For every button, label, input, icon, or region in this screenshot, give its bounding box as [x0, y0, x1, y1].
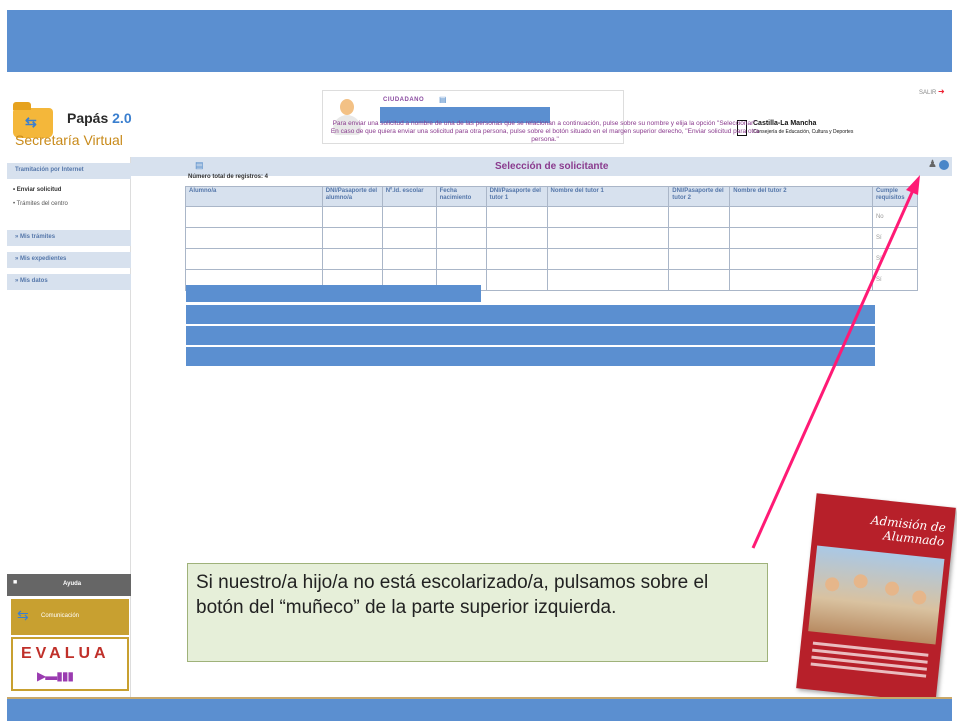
col-dni-tutor2[interactable]: DNI/Pasaporte del tutor 2: [668, 186, 731, 207]
callout-box: Si nuestro/a hijo/a no está escolarizado…: [187, 563, 768, 662]
help-icon: ■: [13, 579, 18, 586]
sidebar-item-enviar-solicitud[interactable]: • Enviar solicitud: [13, 187, 61, 193]
requisitos-cell: Sí: [871, 227, 919, 249]
sidebar-item-mis-expedientes[interactable]: » Mis expedientes: [7, 252, 131, 268]
applicants-table: Alumno/a DNI/Pasaporte del alumno/a Nº.I…: [185, 186, 919, 291]
bottom-banner: [7, 697, 952, 721]
swap-arrows-icon: ⇆: [25, 114, 37, 130]
form-icon: ▤: [195, 160, 204, 170]
pencils-icon: ▶▬▮▮▮: [37, 669, 74, 683]
table-row[interactable]: No: [185, 206, 919, 228]
exit-arrow-icon: ➜: [938, 87, 945, 96]
col-dni-tutor1[interactable]: DNI/Pasaporte del tutor 1: [485, 186, 548, 207]
redacted-row-2: [186, 305, 875, 324]
papas-logo[interactable]: ⇆ Papás 2.0 Secretaría Virtual: [13, 92, 143, 152]
sidebar-item-tramites-centro[interactable]: • Trámites del centro: [13, 201, 68, 207]
record-count: Número total de registros: 4: [188, 174, 269, 180]
evalua-banner[interactable]: EVALUA ▶▬▮▮▮: [11, 637, 129, 691]
col-nid-escolar[interactable]: Nº.Id. escolar: [381, 186, 437, 207]
communication-button[interactable]: ⇆ Comunicación: [11, 599, 129, 635]
help-circle-icon[interactable]: [939, 160, 949, 170]
org-logo: Castilla-La Mancha Consejería de Educaci…: [737, 118, 917, 142]
table-header-row: Alumno/a DNI/Pasaporte del alumno/a Nº.I…: [185, 186, 919, 207]
logo-subtitle: Secretaría Virtual: [15, 132, 123, 148]
redacted-row-4: [186, 347, 875, 366]
requisitos-cell: Sí: [871, 269, 919, 291]
id-card-icon: ▤: [439, 95, 447, 104]
col-dni-alumno[interactable]: DNI/Pasaporte del alumno/a: [321, 186, 383, 207]
sidebar-item-mis-datos[interactable]: » Mis datos: [7, 274, 131, 290]
page-title: Selección de solicitante: [495, 161, 609, 172]
sidebar-section-tramitacion[interactable]: Tramitación por Internet: [7, 163, 131, 179]
swap-arrows-icon: ⇆: [17, 607, 29, 623]
table-row[interactable]: Sí: [185, 248, 919, 270]
org-name: Castilla-La Mancha: [753, 120, 817, 127]
logo-title: Papás 2.0: [67, 110, 132, 126]
booklet-title: Admisión de Alumnado: [870, 513, 947, 549]
sidebar-item-mis-tramites[interactable]: » Mis trámites: [7, 230, 131, 246]
col-cumple-requisitos[interactable]: Cumple requisitos: [871, 186, 919, 207]
col-nombre-tutor1[interactable]: Nombre del tutor 1: [546, 186, 670, 207]
classroom-photo: [808, 545, 945, 645]
table-row[interactable]: Sí: [185, 227, 919, 249]
col-nombre-tutor2[interactable]: Nombre del tutor 2: [729, 186, 873, 207]
citizen-label: CIUDADANO: [383, 97, 425, 103]
add-person-icon[interactable]: ♟: [928, 159, 937, 170]
booklet-text-lines: [810, 641, 929, 682]
col-alumno[interactable]: Alumno/a: [185, 186, 323, 207]
redacted-row-3: [186, 326, 875, 345]
logout-button[interactable]: SALIR ➜: [919, 87, 945, 96]
help-button[interactable]: ■ Ayuda: [7, 574, 131, 596]
redacted-row-1: [186, 285, 481, 302]
top-banner: [7, 10, 952, 72]
admission-booklet-image: Admisión de Alumnado: [796, 493, 956, 703]
requisitos-cell: Sí: [871, 248, 919, 270]
requisitos-cell: No: [871, 206, 919, 228]
sidebar: Tramitación por Internet • Enviar solici…: [7, 157, 131, 697]
instructions-text: Para enviar una solicitud a nombre de un…: [330, 120, 760, 143]
col-fecha-nacimiento[interactable]: Fecha nacimiento: [435, 186, 487, 207]
callout-text: Si nuestro/a hijo/a no está escolarizado…: [196, 572, 709, 618]
org-department: Consejería de Educación, Cultura y Depor…: [753, 129, 854, 135]
